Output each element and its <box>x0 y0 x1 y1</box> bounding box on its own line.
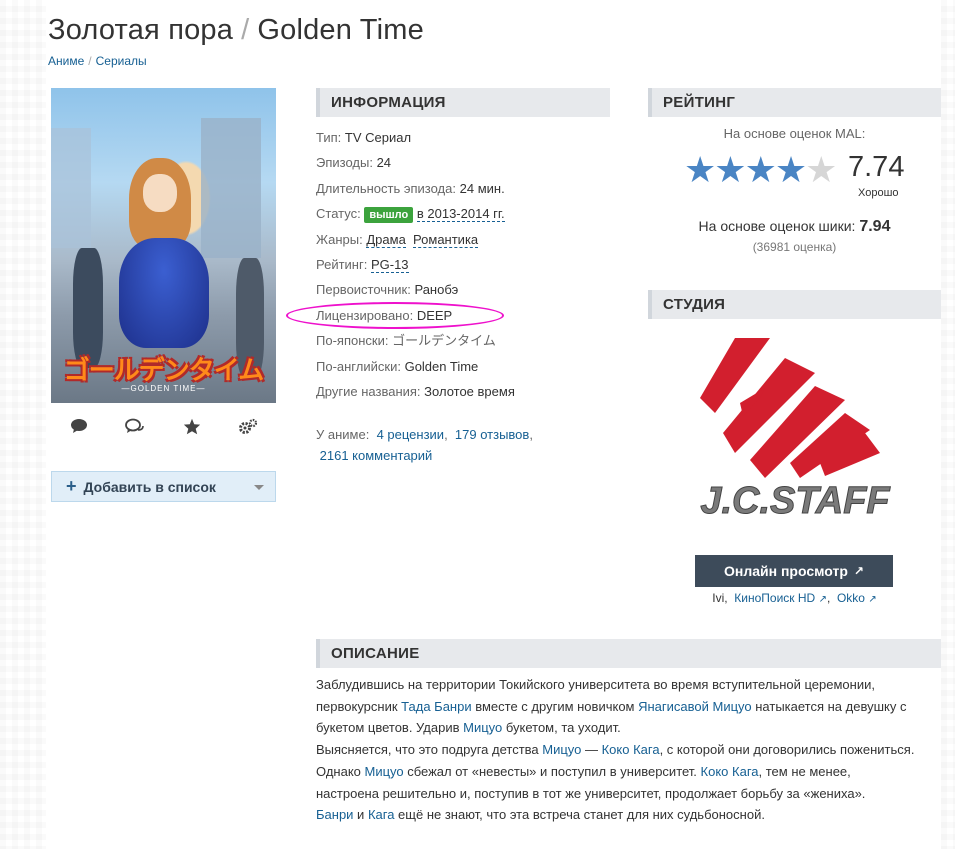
score-text: Хорошо <box>858 187 899 199</box>
info-row-source: Первоисточник: Ранобэ <box>316 282 459 298</box>
mal-score: 7.74 <box>848 151 905 183</box>
status-years-link[interactable]: в 2013-2014 гг. <box>416 206 505 223</box>
shiki-rating: На основе оценок шики: 7.94 <box>698 218 891 235</box>
info-row-type: Тип: TV Сериал <box>316 130 412 145</box>
background-pattern-right <box>941 0 955 849</box>
shiki-count: (36981 оценка) <box>752 240 837 254</box>
breadcrumb-series[interactable]: Сериалы <box>96 54 147 68</box>
character-link-mitsuo[interactable]: Мицуо <box>542 742 581 757</box>
reviews-links: У аниме: 4 рецензии, 179 отзывов, 2161 к… <box>316 427 533 463</box>
external-link-icon: ↗ <box>853 564 864 578</box>
info-block: Тип: TV Сериал Эпизоды: 24 Длительность … <box>316 127 616 406</box>
character-link-mitsuo[interactable]: Мицуо <box>365 764 404 779</box>
breadcrumb-anime[interactable]: Аниме <box>48 54 84 68</box>
rating-header: РЕЙТИНГ <box>648 88 941 117</box>
poster-image[interactable]: ゴールデンタイム —GOLDEN TIME— <box>51 88 276 403</box>
highlight-ellipse <box>286 302 504 329</box>
poster-subtitle: —GOLDEN TIME— <box>121 384 206 393</box>
settings-icon[interactable] <box>234 416 262 436</box>
rating-star-icon: ★ <box>684 149 717 190</box>
rating-star-icon: ★ <box>805 149 838 190</box>
character-link-yanagisawa[interactable]: Янагисавой Мицуо <box>638 699 752 714</box>
character-link-kaga[interactable]: Коко Кага <box>701 764 759 779</box>
status-badge: вышло <box>364 207 414 224</box>
character-link-banri[interactable]: Тада Банри <box>401 699 471 714</box>
info-row-english: По-английски: Golden Time <box>316 358 479 374</box>
info-row-duration: Длительность эпизода: 24 мин. <box>316 180 505 196</box>
rating-star-icon: ★ <box>714 149 747 190</box>
poster-actions <box>51 416 276 436</box>
studio-name: J.C.STAFF <box>700 480 891 522</box>
external-link-icon: ↗ <box>818 594 827 605</box>
background-pattern <box>0 0 46 849</box>
rating-star-icon: ★ <box>774 149 808 190</box>
studio-logo[interactable]: J.C.STAFF <box>695 338 895 528</box>
character-link-kaga[interactable]: Кага <box>368 807 395 822</box>
page-title: Золотая пора / Golden Time <box>48 14 424 46</box>
comment-icon[interactable] <box>65 416 93 436</box>
mal-label: На основе оценок MAL: <box>723 126 866 141</box>
comments-icon[interactable] <box>121 416 149 436</box>
reviews-link[interactable]: 4 рецензии <box>377 427 445 442</box>
breadcrumb: Аниме / Сериалы <box>48 54 147 68</box>
info-row-japanese: По-японски: ゴールデンタイム <box>316 333 496 349</box>
poster-logo: ゴールデンタイム <box>63 355 264 385</box>
external-link-icon: ↗ <box>868 594 877 605</box>
rating-block: На основе оценок MAL: ★ ★ ★ ★ ★ 7.74 Хорошо … <box>648 126 941 254</box>
info-row-other-names: Другие названия: Золотое время <box>316 383 515 399</box>
provider-okko[interactable]: Okko <box>837 591 865 605</box>
rating-stars: ★ ★ ★ ★ ★ <box>684 149 838 190</box>
plus-icon: + <box>66 476 77 496</box>
comments-link[interactable]: 2161 комментарий <box>320 448 433 463</box>
add-to-list-button[interactable]: + Добавить в список <box>51 471 276 502</box>
info-row-episodes: Эпизоды: 24 <box>316 155 392 171</box>
info-row-rating: Рейтинг: PG-13 <box>316 256 409 273</box>
provider-ivi[interactable]: Ivi <box>712 591 724 605</box>
info-row-status: Статус: вышло в 2013-2014 гг. <box>316 206 505 224</box>
character-link-mitsuo[interactable]: Мицуо <box>463 720 502 735</box>
genre-link-drama[interactable]: Драма <box>366 231 406 248</box>
opinions-link[interactable]: 179 отзывов <box>455 427 529 442</box>
description-text: Заблудившись на территории Токийского ун… <box>316 677 915 823</box>
character-link-banri[interactable]: Банри <box>316 807 353 822</box>
provider-kinopoisk[interactable]: КиноПоиск HD <box>734 591 815 605</box>
providers: Ivi, КиноПоиск HD ↗, Okko ↗ <box>712 591 877 605</box>
genre-link-romance[interactable]: Романтика <box>413 231 479 248</box>
star-icon[interactable] <box>178 416 206 436</box>
rating-star-icon: ★ <box>744 149 777 190</box>
character-link-kaga[interactable]: Коко Кага <box>602 742 660 757</box>
info-header: ИНФОРМАЦИЯ <box>316 88 610 117</box>
description-header: ОПИСАНИЕ <box>316 639 941 668</box>
studio-header: СТУДИЯ <box>648 290 941 319</box>
info-row-genres: Жанры: Драма Романтика <box>316 231 479 248</box>
chevron-down-icon[interactable] <box>254 485 264 490</box>
watch-online-button[interactable]: Онлайн просмотр ↗ <box>695 555 893 587</box>
age-rating[interactable]: PG-13 <box>370 256 409 273</box>
